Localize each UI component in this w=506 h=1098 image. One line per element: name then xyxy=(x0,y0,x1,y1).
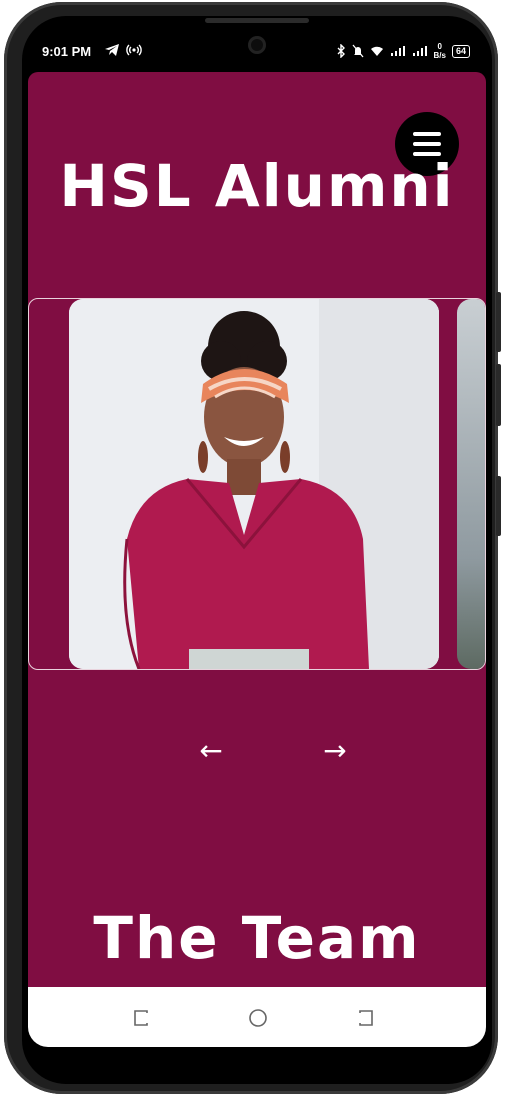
image-carousel[interactable] xyxy=(28,298,486,670)
signal-icon xyxy=(390,46,405,56)
mute-icon xyxy=(352,44,364,58)
carousel-prev-button[interactable]: ← xyxy=(186,732,236,768)
status-bar: 9:01 PM 0 B/s 64 xyxy=(22,16,492,72)
screen: 9:01 PM 0 B/s 64 HSL Alumni ← → The Team xyxy=(22,16,492,1084)
net-speed-value: 0 xyxy=(437,42,442,51)
section-heading-team: The Team xyxy=(93,904,421,972)
phone-frame: 9:01 PM 0 B/s 64 HSL Alumni ← → The Team xyxy=(4,2,501,1094)
bluetooth-icon xyxy=(337,44,345,58)
carousel-slide-next-preview[interactable] xyxy=(457,299,485,669)
back-icon[interactable] xyxy=(355,1007,377,1029)
hotspot-icon xyxy=(126,44,142,56)
battery-indicator: 64 xyxy=(451,44,470,58)
volume-down-button xyxy=(496,364,501,426)
volume-up-button xyxy=(496,292,501,352)
net-speed: 0 B/s xyxy=(434,42,446,60)
status-time: 9:01 PM xyxy=(42,44,92,59)
net-speed-unit: B/s xyxy=(433,51,446,60)
app-screen: HSL Alumni ← → The Team xyxy=(28,72,486,987)
signal-icon xyxy=(412,46,427,56)
wifi-icon xyxy=(370,46,383,56)
page-title: HSL Alumni xyxy=(59,152,455,220)
carousel-next-button[interactable]: → xyxy=(310,732,360,768)
system-nav-bar xyxy=(28,987,486,1047)
carousel-slide-photo[interactable] xyxy=(69,299,439,669)
team-member-photo xyxy=(69,299,439,669)
telegram-icon xyxy=(105,44,119,56)
power-button xyxy=(496,476,501,536)
recent-apps-icon[interactable] xyxy=(130,1007,152,1029)
home-icon[interactable] xyxy=(247,1007,269,1029)
